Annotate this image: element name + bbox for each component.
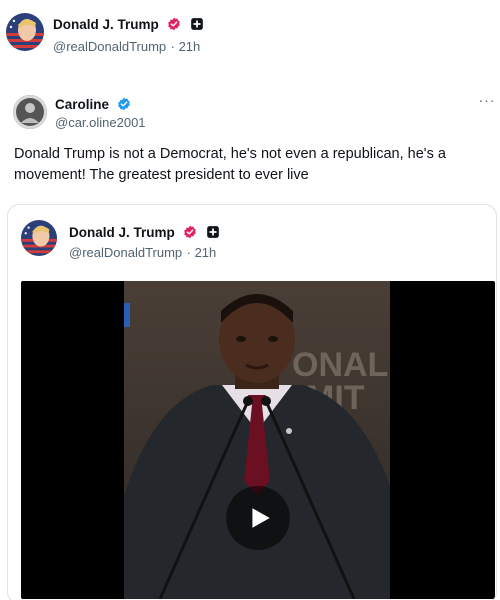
avatar-image (21, 220, 57, 256)
tweet-text: Donald Trump is not a Democrat, he's not… (14, 146, 446, 183)
avatar[interactable] (13, 95, 47, 129)
timestamp[interactable]: 21h (179, 39, 201, 54)
video-frame: ONAL MIT (124, 281, 390, 599)
separator: · (170, 39, 179, 54)
avatar-image (6, 13, 44, 51)
verified-badge-icon (183, 225, 197, 239)
affiliate-badge-icon (206, 225, 220, 239)
quoted-post-card[interactable]: Donald J. Trump @realDonaldTrump · 21h O… (7, 204, 497, 600)
repost-header: Donald J. Trump @realDonaldTrump · 21h (0, 0, 500, 64)
play-icon (252, 508, 270, 528)
avatar-image (13, 95, 47, 129)
verified-badge-icon (167, 17, 181, 31)
user-handle[interactable]: @car.oline2001 (55, 115, 146, 130)
user-handle[interactable]: @realDonaldTrump (69, 245, 182, 260)
timestamp[interactable]: 21h (195, 245, 217, 260)
display-name[interactable]: Caroline (55, 97, 109, 112)
play-button[interactable] (226, 486, 290, 550)
display-name[interactable]: Donald J. Trump (69, 225, 175, 240)
display-name[interactable]: Donald J. Trump (53, 17, 159, 32)
video-player[interactable]: ONAL MIT (21, 281, 495, 599)
verified-badge-icon (117, 97, 131, 111)
more-options-icon[interactable]: ··· (478, 93, 496, 110)
affiliate-badge-icon (190, 17, 204, 31)
avatar[interactable] (21, 220, 57, 256)
user-handle[interactable]: @realDonaldTrump (53, 39, 166, 54)
post-view: Donald J. Trump @realDonaldTrump · 21h C… (0, 0, 500, 600)
avatar[interactable] (6, 13, 44, 51)
separator: · (186, 245, 195, 260)
